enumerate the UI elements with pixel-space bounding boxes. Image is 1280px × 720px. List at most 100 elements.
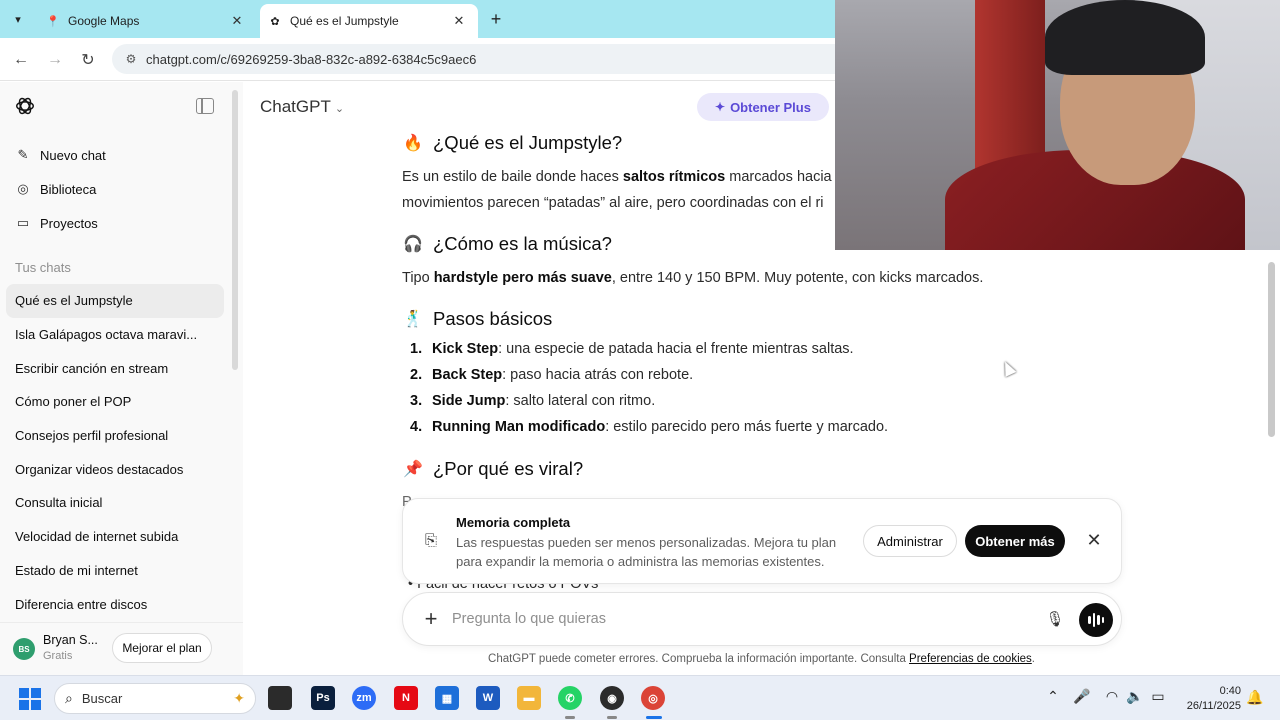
- model-selector[interactable]: ChatGPT ⌄: [260, 97, 344, 117]
- chrome-icon[interactable]: ◎: [641, 686, 665, 710]
- heading-music: 🎧 ¿Cómo es la música?: [402, 233, 612, 255]
- pin-icon: 📌: [403, 461, 423, 478]
- library-button[interactable]: ◎ Biblioteca: [14, 180, 96, 198]
- new-chat-button[interactable]: ✎ Nuevo chat: [14, 146, 106, 164]
- edit-icon: ✎: [17, 147, 29, 162]
- heading-what-is: 🔥 ¿Qué es el Jumpstyle?: [402, 132, 622, 154]
- tab-jumpstyle[interactable]: ✿ Qué es el Jumpstyle ✕: [260, 4, 478, 38]
- avatar[interactable]: BS: [13, 638, 35, 660]
- running-indicator: [565, 716, 575, 719]
- chat-item[interactable]: Qué es el Jumpstyle: [6, 284, 224, 318]
- chat-item[interactable]: Velocidad de internet subida: [6, 520, 224, 554]
- dancer-icon: 🕺: [403, 311, 423, 328]
- projects-button[interactable]: ▭ Proyectos: [14, 214, 98, 232]
- back-arrow-icon[interactable]: ←: [10, 49, 32, 71]
- message-composer: + 🎙: [402, 592, 1122, 646]
- sidebar: ✎ Nuevo chat ◎ Biblioteca ▭ Proyectos Tu…: [0, 82, 243, 675]
- manage-button[interactable]: Administrar: [863, 525, 957, 557]
- disclaimer: ChatGPT puede cometer errores. Comprueba…: [243, 653, 1280, 665]
- get-more-button[interactable]: Obtener más: [965, 525, 1065, 557]
- cookie-preferences-link[interactable]: Preferencias de cookies: [909, 653, 1032, 665]
- bold-text: Back Step: [432, 367, 503, 383]
- chat-item[interactable]: Estado de mi internet: [6, 554, 224, 588]
- bold-text: Kick Step: [432, 341, 499, 357]
- webcam-overlay: [835, 0, 1280, 250]
- microphone-icon[interactable]: 🎤: [1073, 688, 1091, 705]
- add-attachment-button[interactable]: +: [419, 607, 443, 631]
- new-chat-label: Nuevo chat: [40, 147, 106, 163]
- tab-search-chevron-icon[interactable]: ▾: [6, 7, 30, 31]
- memory-full-banner: ⎘ Memoria completa Las respuestas pueden…: [402, 498, 1122, 584]
- text: Es un estilo de baile donde haces: [402, 169, 623, 185]
- chat-item[interactable]: Diferencia entre discos: [6, 587, 224, 621]
- zoom-icon[interactable]: zm: [352, 686, 376, 710]
- user-profile[interactable]: BS Bryan S... Gratis Mejorar el plan: [0, 622, 243, 674]
- reload-icon[interactable]: ↻: [77, 49, 99, 71]
- library-icon: ◎: [17, 181, 29, 196]
- upgrade-plan-button[interactable]: Mejorar el plan: [112, 633, 212, 663]
- voice-mode-button[interactable]: [1079, 603, 1113, 637]
- text: : paso hacia atrás con rebote.: [502, 367, 694, 383]
- file-explorer-icon[interactable]: ▬: [517, 686, 541, 710]
- wifi-icon[interactable]: ◠: [1103, 688, 1121, 705]
- close-icon[interactable]: ✕: [450, 12, 468, 30]
- system-clock[interactable]: 0:40 26/11/2025: [1175, 684, 1241, 714]
- get-plus-button[interactable]: ✦ Obtener Plus: [697, 93, 829, 121]
- chatgpt-logo-icon[interactable]: [14, 95, 36, 117]
- model-name: ChatGPT: [260, 97, 331, 116]
- notification-bell-icon[interactable]: 🔔: [1246, 689, 1263, 706]
- chevron-up-icon[interactable]: ⌃: [1044, 688, 1062, 705]
- heading-viral: 📌 ¿Por qué es viral?: [402, 458, 583, 480]
- taskbar-app-file-icon[interactable]: [268, 686, 292, 710]
- volume-icon[interactable]: 🔈: [1126, 688, 1144, 705]
- battery-icon[interactable]: ▭: [1149, 688, 1167, 705]
- fire-icon: 🔥: [403, 135, 423, 152]
- chevron-down-icon: ⌄: [334, 103, 345, 115]
- bold-text: saltos rítmicos: [622, 169, 726, 185]
- microphone-icon[interactable]: 🎙: [1045, 608, 1065, 630]
- netflix-icon[interactable]: N: [394, 686, 418, 710]
- word-icon[interactable]: W: [476, 686, 500, 710]
- taskbar: ⌕ Buscar ✦ Ps zm N ▦ W ▬ ✆ ◉ ◎ ⌃ 🎤 ◠ 🔈 ▭…: [0, 675, 1280, 720]
- list-item: 1. Kick Step: una especie de patada hacia…: [410, 341, 854, 357]
- active-indicator: [646, 716, 662, 719]
- paragraph-line: Es un estilo de baile donde haces saltos…: [402, 164, 844, 190]
- tab-google-maps[interactable]: 📍 Google Maps ✕: [38, 4, 256, 38]
- chat-item[interactable]: Cómo poner el POP: [6, 385, 224, 419]
- text: , entre 140 y 150 BPM. Muy potente, con …: [611, 270, 984, 286]
- app-icon[interactable]: ◉: [600, 686, 624, 710]
- chat-item[interactable]: Consejos perfil profesional: [6, 419, 224, 453]
- address-bar[interactable]: ⚙ chatgpt.com/c/69269259-3ba8-832c-a892-…: [112, 44, 872, 74]
- list-number: 1.: [410, 341, 423, 357]
- search-label: Buscar: [81, 691, 123, 706]
- windows-start-icon[interactable]: [19, 688, 41, 710]
- prompt-input[interactable]: [452, 607, 1012, 631]
- bold-text: Running Man modificado: [432, 419, 606, 435]
- forward-arrow-icon[interactable]: →: [44, 49, 66, 71]
- list-number: 4.: [410, 419, 423, 435]
- clock-time: 0:40: [1219, 685, 1241, 697]
- chat-item[interactable]: Organizar videos destacados: [6, 452, 224, 486]
- user-plan: Gratis: [43, 650, 73, 662]
- list-item: 4. Running Man modificado: estilo parecid…: [410, 419, 888, 435]
- chat-item[interactable]: Escribir canción en stream: [6, 351, 224, 385]
- new-tab-button[interactable]: +: [486, 9, 506, 29]
- chat-item[interactable]: Isla Galápagos octava maravi...: [6, 318, 224, 352]
- close-icon[interactable]: ✕: [228, 12, 246, 30]
- heading-text: ¿Qué es el Jumpstyle?: [433, 132, 623, 153]
- sidebar-toggle-icon[interactable]: [196, 98, 214, 114]
- list-item: 3. Side Jump: salto lateral con ritmo.: [410, 393, 655, 409]
- bold-text: hardstyle pero más suave: [433, 270, 612, 286]
- taskbar-search[interactable]: ⌕ Buscar ✦: [54, 683, 256, 714]
- main-scrollbar[interactable]: [1268, 262, 1275, 437]
- site-info-icon[interactable]: ⚙: [124, 52, 138, 66]
- store-icon[interactable]: ▦: [435, 686, 459, 710]
- chat-item[interactable]: Consulta inicial: [6, 486, 224, 520]
- whatsapp-icon[interactable]: ✆: [558, 686, 582, 710]
- mouse-cursor-icon: [999, 359, 1017, 377]
- paragraph-line: movimientos parecen “patadas” al aire, p…: [402, 195, 824, 211]
- photoshop-icon[interactable]: Ps: [311, 686, 335, 710]
- url-text: chatgpt.com/c/69269259-3ba8-832c-a892-63…: [146, 51, 477, 67]
- close-icon[interactable]: ✕: [1083, 529, 1105, 551]
- sidebar-scrollbar[interactable]: [232, 90, 238, 370]
